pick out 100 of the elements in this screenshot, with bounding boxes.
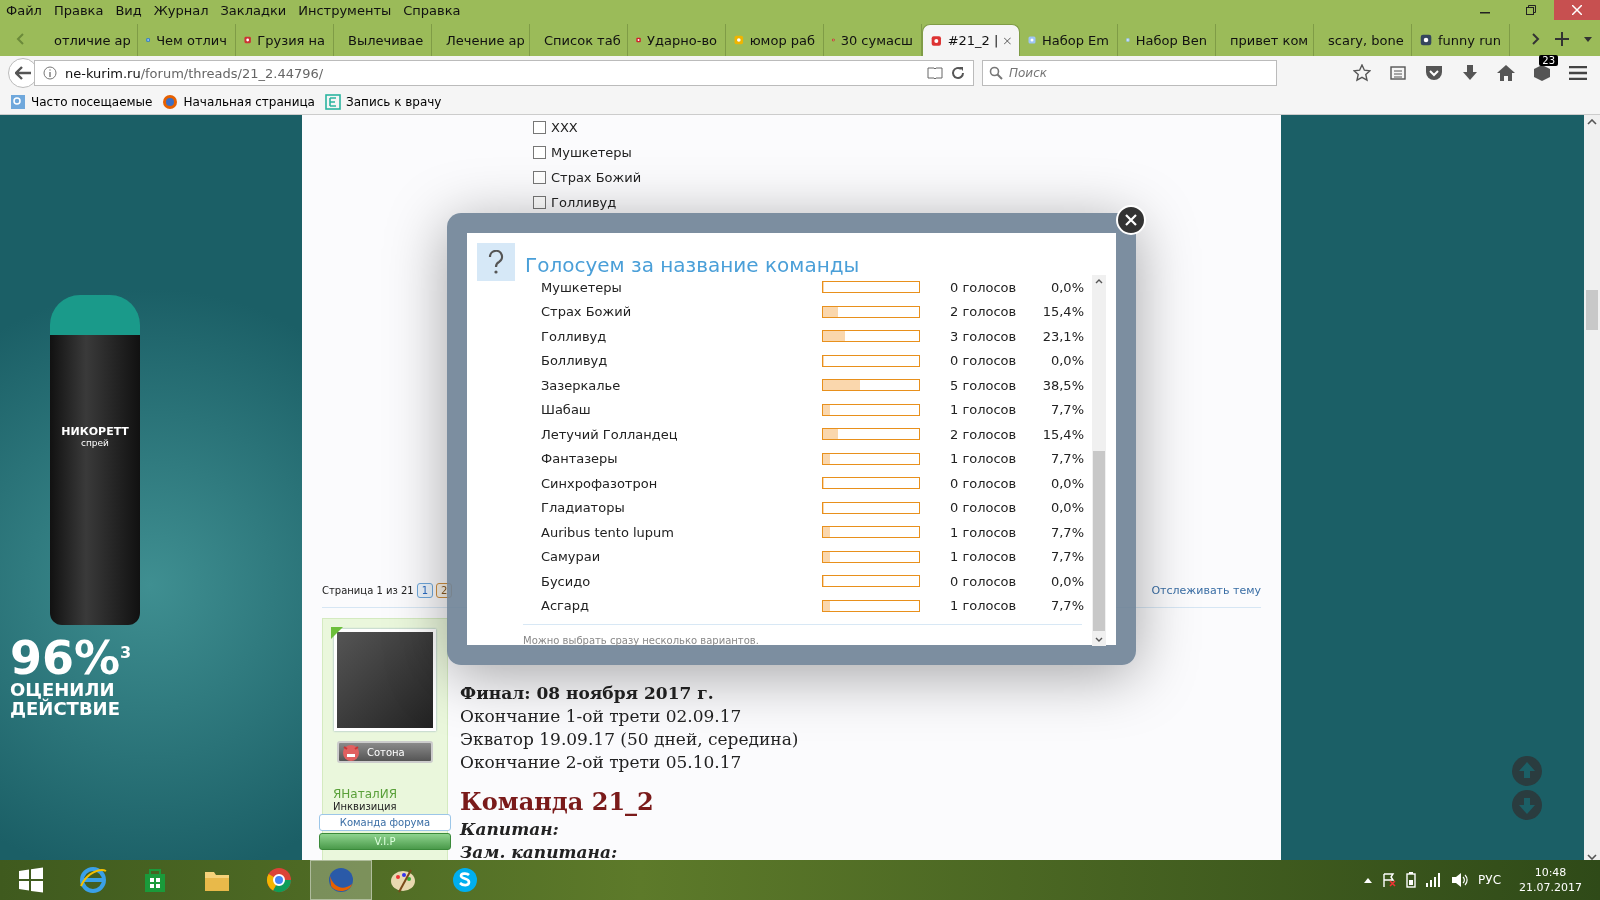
tab-title: Список таб [544,32,621,48]
user-title: Инквизиция [333,801,397,812]
vote-percent: 15,4% [1041,304,1084,320]
tab-title: #21_2 | [947,33,999,48]
caret-icon[interactable] [1584,36,1592,42]
scrollbar-thumb[interactable] [1093,450,1105,631]
info-icon[interactable] [43,66,57,80]
vote-percent: 7,7% [1049,598,1084,614]
vote-count: 1 голосов [950,598,1018,614]
vote-count: 1 голосов [950,549,1018,565]
product-name: НИКОРЕТТ [61,425,129,438]
menu-item[interactable]: Правка [47,2,110,18]
menu-item[interactable]: Закладки [214,2,293,18]
caret-up-icon[interactable] [1364,877,1373,883]
bookmark-link[interactable]: Начальная страница [183,95,315,109]
option-name: Голливуд [541,328,608,344]
scrollbar[interactable] [1584,115,1600,860]
vote-percent: 15,4% [1041,426,1084,442]
post-text: Окончание 2-ой трети 05.10.17 [460,751,743,774]
vote-count: 3 голосов [950,328,1018,344]
round-logo-icon [265,866,293,894]
chevron-up-icon[interactable] [1587,119,1597,125]
chevron-up-icon[interactable] [1095,279,1103,284]
pocket-icon[interactable] [1425,65,1443,81]
watch-thread-link[interactable]: Отслеживать тему [1151,583,1261,597]
restore-icon[interactable] [1526,5,1536,15]
option-name: Страх Божий [541,304,633,320]
vote-count: 2 голосов [950,304,1018,320]
vote-percent: 7,7% [1049,402,1084,418]
globe-icon[interactable] [162,94,179,110]
checkbox[interactable] [533,171,546,184]
address-bar[interactable]: ne-kurim.ru/forum/threads/21_2.44796/ [34,60,974,86]
vote-count: 0 голосов [950,500,1018,516]
url-host: ne-kurim.ru [65,65,141,81]
search-field[interactable]: Поиск [982,60,1277,86]
checkbox-label: Голливуд [551,195,617,210]
notification-badge: 23 [1539,55,1558,66]
vote-count: 0 голосов [950,475,1018,491]
menu-item[interactable]: Инструменты [292,2,398,18]
scrollbar-thumb[interactable] [1586,289,1598,330]
browser-tab[interactable]: #21_2 | [922,24,1020,56]
tab-title: юмор раб [749,32,815,48]
taskbar-button[interactable] [310,860,372,900]
checkbox[interactable] [533,146,546,159]
vote-count: 0 голосов [950,279,1018,295]
option-name: Зазеркалье [541,377,622,393]
speaker-icon[interactable] [1452,873,1469,887]
vote-percent: 0,0% [1049,573,1084,589]
cube-icon[interactable] [1534,65,1550,81]
close-icon[interactable] [1004,35,1011,46]
option-name: Мушкетеры [541,279,623,295]
tab-title: Набор Ben [1135,32,1207,48]
url-path: /forum/threads/21_2.44796/ [140,65,324,81]
menu-icon[interactable] [1569,66,1587,80]
vote-count: 0 голосов [950,573,1018,589]
vote-count: 1 голосов [950,451,1018,467]
reload-icon[interactable] [951,66,965,80]
bookmark-link[interactable]: Запись к врачу [346,95,442,109]
post-text: Экватор 19.09.17 (50 дней, середина) [460,728,799,751]
option-name: Бусидо [541,573,592,589]
chevron-down-icon[interactable] [1587,854,1597,860]
scrollbar[interactable] [1092,275,1106,646]
battery-icon[interactable] [1406,872,1417,888]
tab-title: scary, bone [1328,32,1404,48]
advertisement-banner[interactable]: НИКОРЕТТ спрей 96%$^{3}$ ОЦЕНИЛИ ДЕЙСТВИЕ [0,115,302,860]
search-icon [989,66,1003,80]
question-mark-icon [488,250,504,274]
option-name: Самураи [541,549,602,565]
vote-count: 2 голосов [950,426,1018,442]
option-name: Гладиаторы [541,500,626,516]
menu-item[interactable]: Файл [0,2,48,18]
checkbox-label: XXX [551,120,578,135]
language-indicator[interactable]: РУС [1478,873,1501,887]
vote-percent: 7,7% [1049,549,1084,565]
product-form: спрей [81,438,109,448]
checkbox[interactable] [533,121,546,134]
menu-item[interactable]: Журнал [147,2,215,18]
bookmark-link[interactable]: Часто посещаемые [31,95,153,109]
letter-s-icon [451,866,479,894]
flag-icon[interactable] [1382,873,1397,887]
plus-icon[interactable] [1555,32,1569,46]
menu-item[interactable]: Вид [109,2,148,18]
tab-title: 30 сумасш [840,32,913,48]
list-icon[interactable] [1390,65,1406,81]
vote-percent: 23,1% [1041,328,1084,344]
vote-percent: 7,7% [1049,451,1084,467]
home-icon[interactable] [1497,65,1515,81]
signal-icon[interactable] [1426,873,1443,887]
ad-figure: 96%$^{3}$ [10,635,133,681]
chevron-down-icon[interactable] [1095,637,1103,642]
checkbox[interactable] [533,196,546,209]
menu-item[interactable]: Справка [397,2,467,18]
letter-e-icon [79,866,107,894]
option-name: Шабаш [541,402,592,418]
star-icon[interactable] [1353,64,1371,82]
download-icon[interactable] [1462,65,1478,81]
user-banner: Команда форума [319,814,451,831]
clock[interactable]: 10:48 21.07.2017 [1511,865,1590,895]
page-link[interactable]: 1 [416,582,434,598]
chevron-right-icon[interactable] [1532,33,1540,45]
